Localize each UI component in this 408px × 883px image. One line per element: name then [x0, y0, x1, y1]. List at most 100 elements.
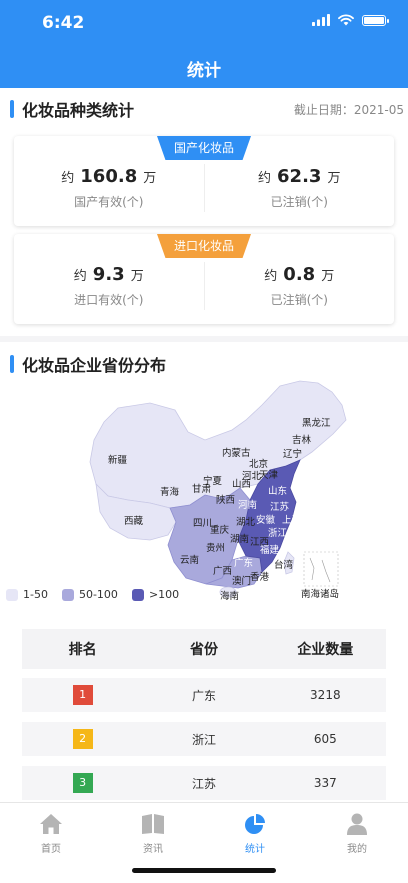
stat-unit: 万	[321, 269, 335, 284]
map-label-hubei: 湖北	[236, 517, 256, 528]
tab-profile[interactable]: 我的	[317, 813, 397, 855]
map-label-hainan: 海南	[220, 590, 239, 602]
stat-value: 9.3	[92, 264, 125, 285]
south-sea-islands	[309, 557, 331, 583]
stat-prefix: 约	[61, 171, 75, 186]
map-label-fujian: 福建	[260, 544, 280, 556]
map-label-jiangsu: 江苏	[270, 501, 290, 513]
row-province: 浙江	[191, 732, 216, 747]
stat-value: 160.8	[80, 166, 138, 187]
south-sea-inset	[303, 551, 339, 587]
stat-prefix: 约	[264, 269, 278, 284]
map-legend: 1-50 50-100 >100	[6, 588, 179, 601]
map-label-qinghai: 青海	[160, 486, 180, 498]
map-label-shanghai: 上海	[282, 514, 302, 526]
legend-label: 1-50	[23, 588, 48, 601]
legend-item-high[interactable]: >100	[131, 588, 180, 601]
species-section-header: 化妆品种类统计 截止日期：2021-05	[10, 97, 404, 121]
battery-icon	[362, 14, 389, 26]
app-header: 6:42 统计	[0, 0, 408, 88]
map-label-chongqing: 重庆	[210, 524, 230, 536]
map-label-xizang: 西藏	[124, 515, 144, 527]
map-label-jilin: 吉林	[292, 434, 312, 446]
home-icon	[40, 814, 62, 834]
row-count: 337	[313, 776, 337, 790]
map-label-xinjiang: 新疆	[108, 454, 128, 466]
rank-badge: 2	[72, 729, 93, 749]
tab-home[interactable]: 首页	[11, 813, 91, 855]
legend-swatch	[6, 588, 18, 601]
header-rank: 排名	[68, 642, 97, 658]
map-section-title: 化妆品企业省份分布	[22, 356, 167, 375]
cutoff-date: 截止日期：2021-05	[293, 102, 404, 117]
map-label-neimenggu: 内蒙古	[222, 447, 251, 459]
header-province: 省份	[189, 642, 218, 658]
legend-item-low[interactable]: 1-50	[6, 588, 48, 601]
row-province: 广东	[191, 688, 216, 703]
tab-statistics[interactable]: 统计	[215, 813, 295, 855]
stat-unit: 万	[143, 171, 157, 186]
tab-label: 统计	[245, 844, 265, 855]
map-label-macao: 澳门	[232, 575, 251, 587]
map-label-beijing: 北京	[249, 458, 268, 470]
ranking-table-header: 排名 省份 企业数量	[22, 629, 386, 669]
status-icons	[312, 14, 389, 26]
species-section-title: 化妆品种类统计	[22, 101, 135, 120]
row-count: 3218	[310, 688, 341, 702]
section-accent-bar	[10, 355, 14, 373]
map-label-zhejiang: 浙江	[268, 527, 288, 539]
map-label-hunan: 湖南	[230, 533, 249, 545]
map-label-shaanxi: 陕西	[216, 494, 235, 506]
map-section-header: 化妆品企业省份分布	[10, 352, 404, 376]
map-label-taiwan: 台湾	[274, 559, 294, 571]
map-label-guangxi: 广西	[213, 565, 232, 577]
table-row[interactable]: 2 浙江 605	[22, 722, 386, 756]
map-label-heilongjiang: 黑龙江	[302, 417, 331, 429]
map-label-hongkong: 香港	[250, 571, 270, 583]
map-svg: 新疆 西藏 青海 甘肃 内蒙古 宁夏 陕西 山西 河北 北京 天津 辽宁 吉林 …	[89, 380, 347, 602]
stat-value: 0.8	[283, 264, 316, 285]
map-label-south-sea: 南海诸岛	[301, 588, 339, 600]
stat-prefix: 约	[258, 171, 272, 186]
header-count: 企业数量	[297, 642, 354, 658]
status-time: 6:42	[42, 13, 85, 33]
row-province: 江苏	[191, 776, 216, 791]
map-label-guizhou: 贵州	[206, 542, 225, 554]
stat-label: 进口有效(个)	[74, 293, 144, 307]
stat-value: 62.3	[277, 166, 322, 187]
tab-label: 首页	[41, 844, 61, 855]
legend-label: >100	[148, 588, 180, 601]
china-province-map[interactable]: 新疆 西藏 青海 甘肃 内蒙古 宁夏 陕西 山西 河北 北京 天津 辽宁 吉林 …	[0, 375, 408, 610]
stat-unit: 万	[130, 269, 144, 284]
map-label-guangdong: 广东	[234, 557, 253, 569]
book-icon	[142, 814, 164, 834]
map-label-yunnan: 云南	[180, 554, 199, 566]
stat-label: 国产有效(个)	[74, 195, 144, 209]
imported-valid-stat: 约 9.3 万 进口有效(个)	[14, 248, 204, 324]
legend-item-medium[interactable]: 50-100	[61, 588, 118, 601]
tab-news[interactable]: 资讯	[113, 813, 193, 855]
stat-unit: 万	[327, 171, 341, 186]
tab-label: 我的	[347, 844, 367, 855]
section-accent-bar	[10, 100, 14, 118]
legend-swatch	[131, 588, 144, 601]
table-row[interactable]: 3 江苏 337	[22, 766, 386, 800]
imported-stat-card: 进口化妆品 约 9.3 万 进口有效(个) 约 0.8 万 已注销(个)	[14, 234, 394, 324]
section-separator	[0, 336, 408, 342]
domestic-valid-stat: 约 160.8 万 国产有效(个)	[14, 150, 204, 226]
stat-label: 已注销(个)	[270, 293, 328, 307]
table-row[interactable]: 1 广东 3218	[22, 678, 386, 712]
map-label-tianjin: 天津	[259, 470, 279, 481]
stat-prefix: 约	[73, 269, 87, 284]
domestic-cancelled-stat: 约 62.3 万 已注销(个)	[205, 150, 395, 226]
map-label-henan: 河南	[238, 499, 257, 511]
stat-label: 已注销(个)	[270, 195, 328, 209]
map-label-shandong: 山东	[268, 485, 287, 497]
wifi-icon	[338, 14, 354, 26]
signal-icon	[312, 14, 330, 26]
home-indicator	[132, 868, 276, 873]
rank-badge: 1	[72, 685, 93, 705]
user-icon	[347, 813, 367, 835]
map-label-anhui: 安徽	[256, 514, 276, 526]
map-label-ningxia: 宁夏	[203, 475, 223, 487]
